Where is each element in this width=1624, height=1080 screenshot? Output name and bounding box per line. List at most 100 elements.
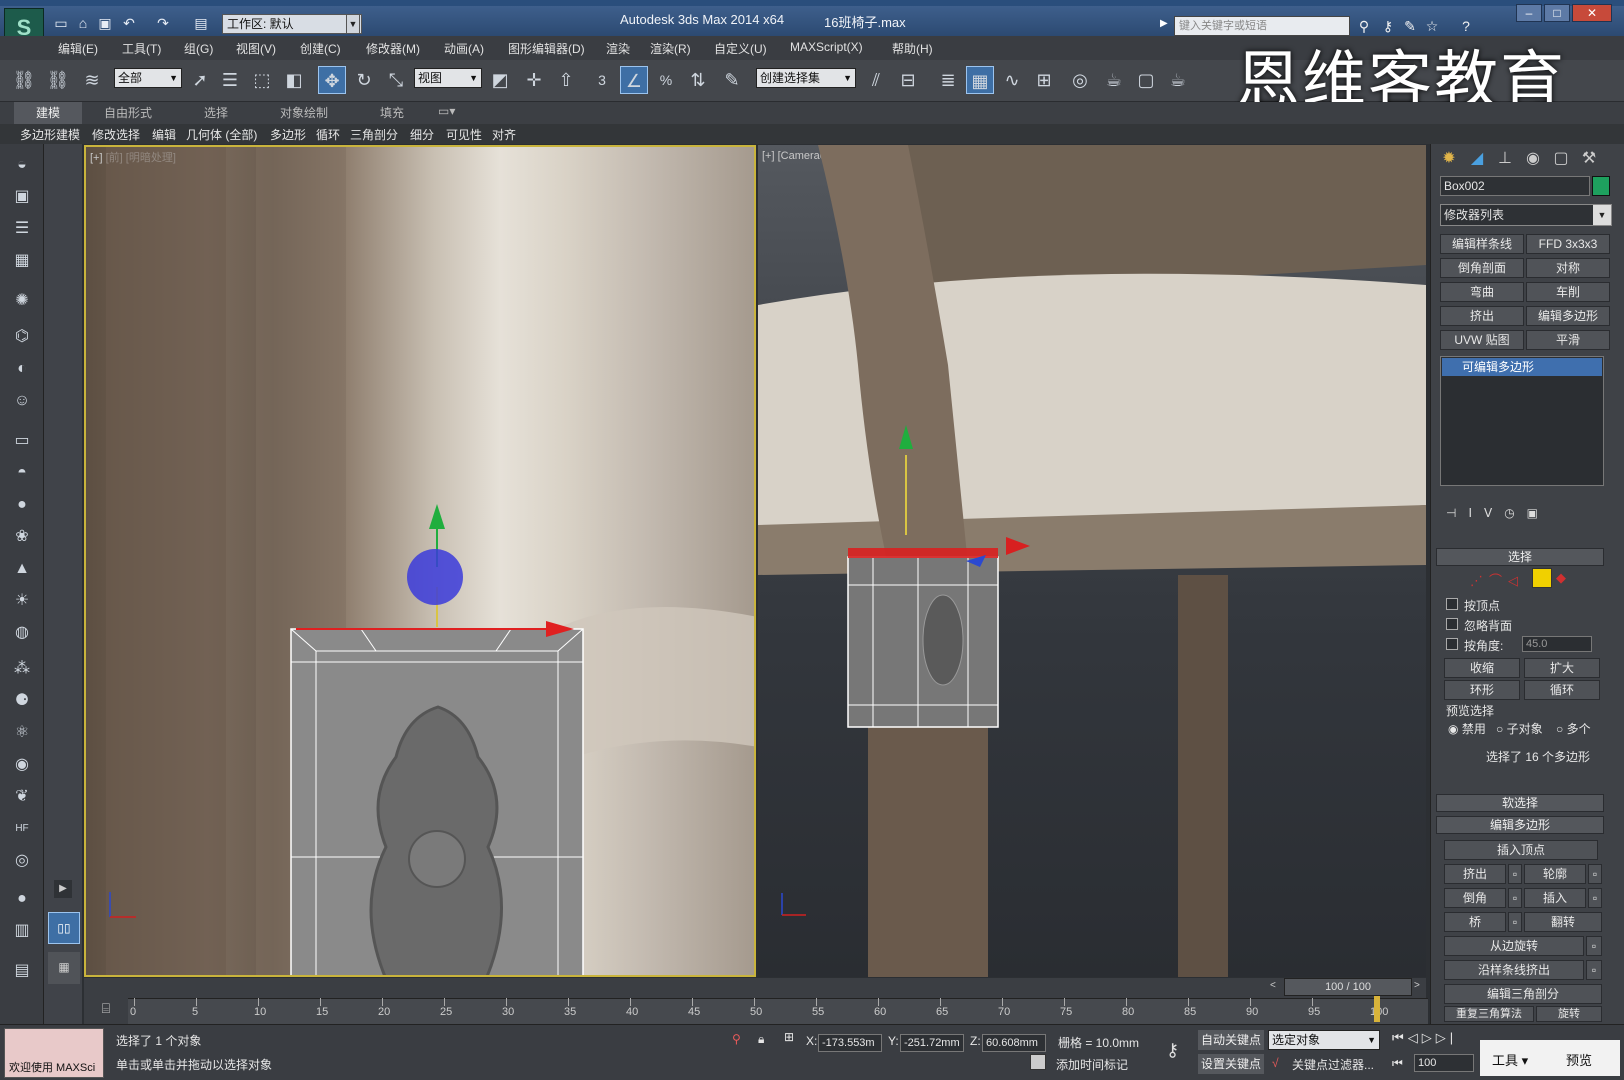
rendered-frame-icon[interactable]: ▢ (1132, 66, 1160, 94)
rectangular-selection-icon[interactable]: ⬚ (248, 66, 276, 94)
unlink-icon[interactable]: ⛓ (44, 66, 72, 94)
edit-polygons-rollout-header[interactable]: 编辑多边形 (1436, 816, 1604, 834)
ribbon-tab-selection[interactable]: 选择 (204, 104, 228, 121)
ribbon-panel-geometry[interactable]: 几何体 (全部) (186, 126, 257, 143)
grow-button[interactable]: 扩大 (1524, 658, 1600, 678)
extrude-settings-button[interactable]: ▫ (1508, 864, 1522, 884)
menu-tools[interactable]: 工具(T) (122, 40, 161, 57)
close-button[interactable]: ✕ (1572, 4, 1612, 22)
render-production-icon[interactable]: ☕ (1164, 66, 1192, 94)
select-object-icon[interactable]: ➚ (186, 66, 214, 94)
camera-icon[interactable]: ⌬ (9, 324, 35, 350)
named-selection-set-dropdown[interactable]: 创建选择集 ▼ (756, 68, 856, 88)
preview-option-subobject[interactable]: ○ 子对象 (1496, 720, 1543, 737)
select-and-move-icon[interactable]: ✥ (318, 66, 346, 94)
ribbon-panel-align[interactable]: 对齐 (492, 126, 516, 143)
open-file-icon[interactable]: ⌂ (74, 14, 92, 32)
element-level-icon[interactable]: ◆ (1556, 570, 1566, 586)
crowd-icon[interactable]: ⚛ (9, 720, 35, 746)
polygon-level-icon[interactable] (1532, 568, 1552, 588)
angle-snap-icon[interactable]: ∠ (620, 66, 648, 94)
torus-knot-icon[interactable]: ❀ (9, 524, 35, 550)
ribbon-tab-freeform[interactable]: 自由形式 (104, 104, 152, 121)
modifier-button-smooth[interactable]: 平滑 (1526, 330, 1610, 350)
window-crossing-icon[interactable]: ◧ (280, 66, 308, 94)
extrude-along-spline-button[interactable]: 沿样条线挤出 (1444, 960, 1584, 980)
reference-coordinate-dropdown[interactable]: 视图 ▼ (414, 68, 482, 88)
soft-selection-rollout-header[interactable]: 软选择 (1436, 794, 1604, 812)
hemisphere-icon[interactable]: ◓ (9, 460, 35, 486)
outline-settings-button[interactable]: ▫ (1588, 864, 1602, 884)
save-file-icon[interactable]: ▣ (96, 14, 114, 32)
modifier-button-bevel-profile[interactable]: 倒角剖面 (1440, 258, 1524, 278)
turn-button[interactable]: 旋转 (1536, 1006, 1602, 1022)
set-key-button[interactable]: 设置关键点 (1198, 1054, 1264, 1074)
ring-button[interactable]: 环形 (1444, 680, 1520, 700)
material-editor-icon[interactable]: ◎ (1066, 66, 1094, 94)
modify-tab-icon[interactable]: ◢ (1464, 146, 1490, 172)
ribbon-tab-populate[interactable]: 填充 (380, 104, 404, 121)
table-icon[interactable]: ▥ (9, 918, 35, 944)
particles-icon[interactable]: ⁂ (9, 656, 35, 682)
ribbon-panel-subdivision[interactable]: 细分 (410, 126, 434, 143)
extrude-button[interactable]: 挤出 (1444, 864, 1506, 884)
ribbon-tab-modeling[interactable]: 建模 (14, 102, 82, 124)
key-filters-button[interactable]: 关键点过滤器... (1292, 1056, 1374, 1073)
workspace-dropdown[interactable]: 工作区: 默认▼ (222, 14, 362, 34)
hinge-from-edge-button[interactable]: 从边旋转 (1444, 936, 1584, 956)
select-and-scale-icon[interactable]: ⤡ (382, 66, 410, 94)
ribbon-panel-polygons[interactable]: 多边形 (270, 126, 306, 143)
stack-item-editable-poly[interactable]: 可编辑多边形 (1442, 358, 1602, 376)
ribbon-panel-modify-selection[interactable]: 修改选择 (92, 126, 140, 143)
shrink-button[interactable]: 收缩 (1444, 658, 1520, 678)
select-manipulate-icon[interactable]: ✛ (520, 66, 548, 94)
preview-option-off[interactable]: ◉ 禁用 (1448, 720, 1486, 737)
modifier-list-dropdown[interactable]: 修改器列表 ▼ (1440, 204, 1612, 226)
modifier-button-symmetry[interactable]: 对称 (1526, 258, 1610, 278)
graphite-toolset-icon[interactable]: ▦ (966, 66, 994, 94)
sound-icon[interactable]: ◐ (9, 356, 35, 382)
modifier-button-edit-poly[interactable]: 编辑多边形 (1526, 306, 1610, 326)
absolute-mode-icon[interactable]: ⊞ (784, 1030, 794, 1044)
menu-maxscript[interactable]: MAXScript(X) (790, 40, 863, 54)
key-filter-icon[interactable]: √ (1272, 1056, 1279, 1070)
edit-triangulation-button[interactable]: 编辑三角剖分 (1444, 984, 1602, 1004)
by-vertex-checkbox[interactable] (1446, 598, 1458, 610)
camera-viewport[interactable]: [+] [Camera001] [真实] [2D 平移缩放 400%] (758, 145, 1426, 977)
inset-button[interactable]: 插入 (1524, 888, 1586, 908)
go-to-start-icon[interactable]: ⏮ (1392, 1056, 1403, 1071)
light-bulb-icon[interactable]: ✺ (9, 288, 35, 314)
maximize-button[interactable]: □ (1544, 4, 1570, 22)
ribbon-panel-edit[interactable]: 编辑 (152, 126, 176, 143)
list-icon[interactable]: ☰ (9, 216, 35, 242)
ribbon-panel-visibility[interactable]: 可见性 (446, 126, 482, 143)
menu-animation[interactable]: 动画(A) (444, 40, 484, 57)
sphere-icon[interactable]: ● (9, 492, 35, 518)
curve-editor-icon[interactable]: ∿ (998, 66, 1026, 94)
expand-arrow-icon[interactable]: ▶ (54, 880, 72, 898)
playback-controls[interactable]: ⏮◁▷▷| (1392, 1030, 1457, 1046)
flip-button[interactable]: 翻转 (1524, 912, 1602, 932)
hinge-settings-button[interactable]: ▫ (1586, 936, 1602, 956)
ribbon-panel-loops[interactable]: 循环 (316, 126, 340, 143)
menu-rendering[interactable]: 渲染(R) (650, 40, 691, 57)
select-and-link-icon[interactable]: ⛓ (10, 66, 38, 94)
hf-icon[interactable]: HF (9, 816, 35, 842)
bubble-icon[interactable]: ◎ (9, 848, 35, 874)
plant-icon[interactable]: ❦ (9, 784, 35, 810)
select-and-rotate-icon[interactable]: ↻ (350, 66, 378, 94)
render-setup-icon[interactable]: ☕ (1100, 66, 1128, 94)
inset-settings-button[interactable]: ▫ (1588, 888, 1602, 908)
modifier-button-ffd[interactable]: FFD 3x3x3 (1526, 234, 1610, 254)
auto-key-button[interactable]: 自动关键点 (1198, 1030, 1264, 1050)
display-tab-icon[interactable]: ▢ (1548, 146, 1574, 172)
four-viewport-layout-icon[interactable]: ▦ (48, 952, 80, 984)
set-key-icon[interactable]: ⚷ (1166, 1040, 1179, 1061)
teapot-icon[interactable]: ◒ (9, 152, 35, 178)
cone-icon[interactable]: ▲ (9, 556, 35, 582)
motion-tab-icon[interactable]: ◉ (1520, 146, 1546, 172)
menu-graph-editors[interactable]: 图形编辑器(D) (508, 40, 585, 57)
hierarchy-tab-icon[interactable]: ⊥ (1492, 146, 1518, 172)
schematic-view-icon[interactable]: ⊞ (1030, 66, 1058, 94)
menu-edit[interactable]: 编辑(E) (58, 40, 98, 57)
